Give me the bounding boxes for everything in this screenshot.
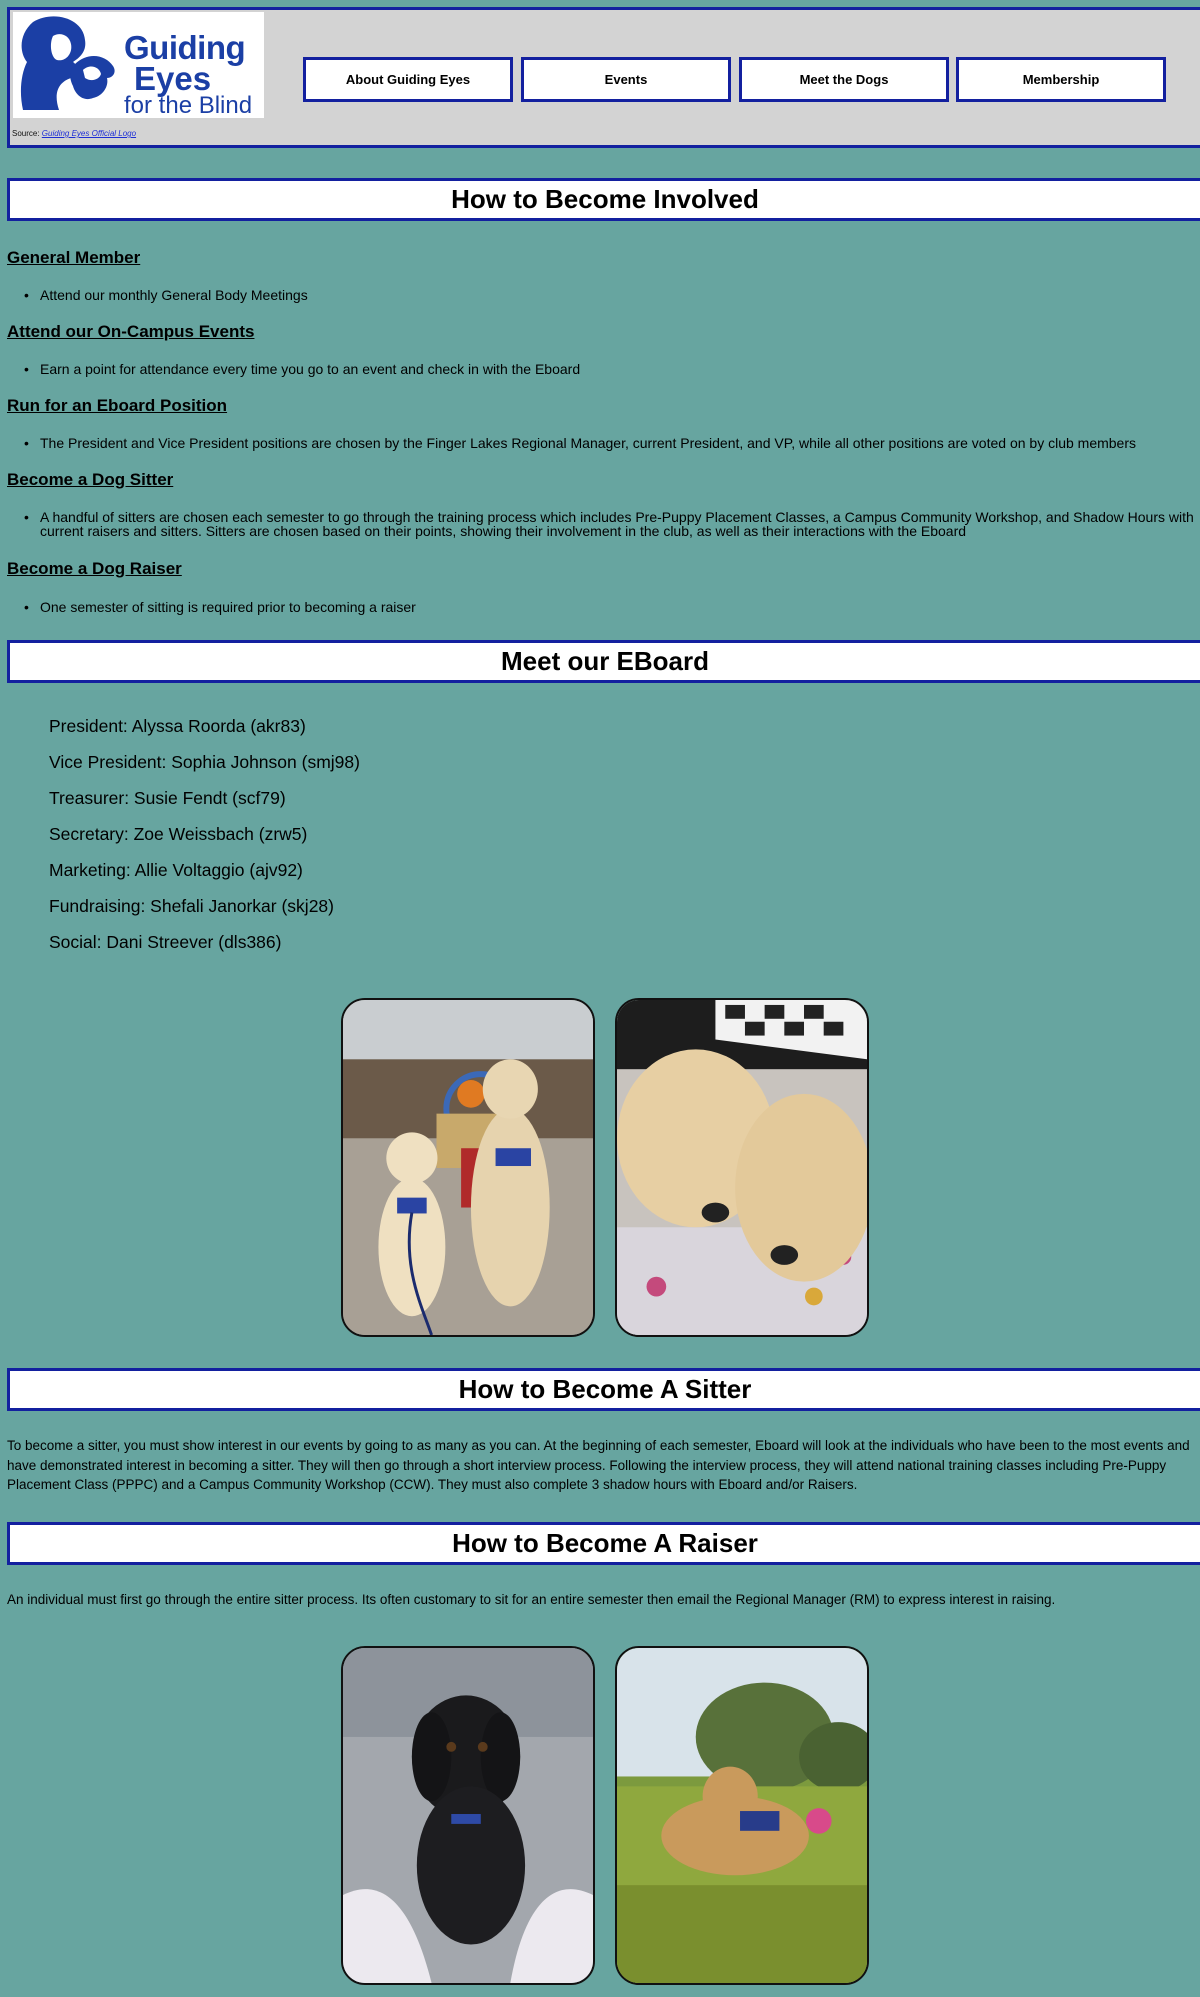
list-item: Earn a point for attendance every time y… xyxy=(24,362,580,376)
photo-black-lab-puppy xyxy=(341,1646,595,1985)
nav-membership-button[interactable]: Membership xyxy=(956,57,1166,102)
heading-eboard-position: Run for an Eboard Position xyxy=(7,396,228,415)
nav-meet-dogs-button[interactable]: Meet the Dogs xyxy=(739,57,949,102)
dog-and-person-logo-icon xyxy=(20,16,118,110)
logo-source: Source: Guiding Eyes Official Logo xyxy=(12,129,136,138)
eboard-member: Vice President: Sophia Johnson (smj98) xyxy=(49,752,360,772)
eboard-member: Social: Dani Streever (dls386) xyxy=(49,932,282,952)
eboard-member: Fundraising: Shefali Janorkar (skj28) xyxy=(49,896,334,916)
nav-events-button[interactable]: Events xyxy=(521,57,731,102)
heading-dog-sitter: Become a Dog Sitter xyxy=(7,470,174,489)
eboard-section-title: Meet our EBoard xyxy=(7,640,1200,683)
eboard-member: President: Alyssa Roorda (akr83) xyxy=(49,716,306,736)
list-item: The President and Vice President positio… xyxy=(24,436,1136,450)
nav-about-button[interactable]: About Guiding Eyes xyxy=(303,57,513,102)
list-item: Attend our monthly General Body Meetings xyxy=(24,288,308,302)
photo-two-yellow-labs-porch xyxy=(341,998,595,1337)
raiser-section-title: How to Become A Raiser xyxy=(7,1522,1200,1565)
source-label: Source: xyxy=(12,129,42,138)
involved-section-title: How to Become Involved xyxy=(7,178,1200,221)
logo-word-for-the-blind: for the Blind xyxy=(124,92,253,119)
site-header: Guiding Eyes for the Blind Source: Guidi… xyxy=(7,7,1200,148)
eboard-member: Treasurer: Susie Fendt (scf79) xyxy=(49,788,286,808)
list-item: A handful of sitters are chosen each sem… xyxy=(24,510,1198,538)
eboard-member: Secretary: Zoe Weissbach (zrw5) xyxy=(49,824,308,844)
source-link[interactable]: Guiding Eyes Official Logo xyxy=(42,129,136,138)
photo-yellow-lab-in-grass xyxy=(615,1646,869,1985)
sitter-description: To become a sitter, you must show intere… xyxy=(7,1438,1190,1492)
raiser-description: An individual must first go through the … xyxy=(7,1592,1056,1607)
sitter-section-title: How to Become A Sitter xyxy=(7,1368,1200,1411)
heading-general-member: General Member xyxy=(7,248,141,267)
heading-dog-raiser: Become a Dog Raiser xyxy=(7,559,182,578)
guiding-eyes-logo: Guiding Eyes for the Blind xyxy=(13,12,264,119)
eboard-member: Marketing: Allie Voltaggio (ajv92) xyxy=(49,860,303,880)
list-item: One semester of sitting is required prio… xyxy=(24,600,416,614)
heading-on-campus-events: Attend our On-Campus Events xyxy=(7,322,255,341)
photo-two-labs-resting xyxy=(615,998,869,1337)
